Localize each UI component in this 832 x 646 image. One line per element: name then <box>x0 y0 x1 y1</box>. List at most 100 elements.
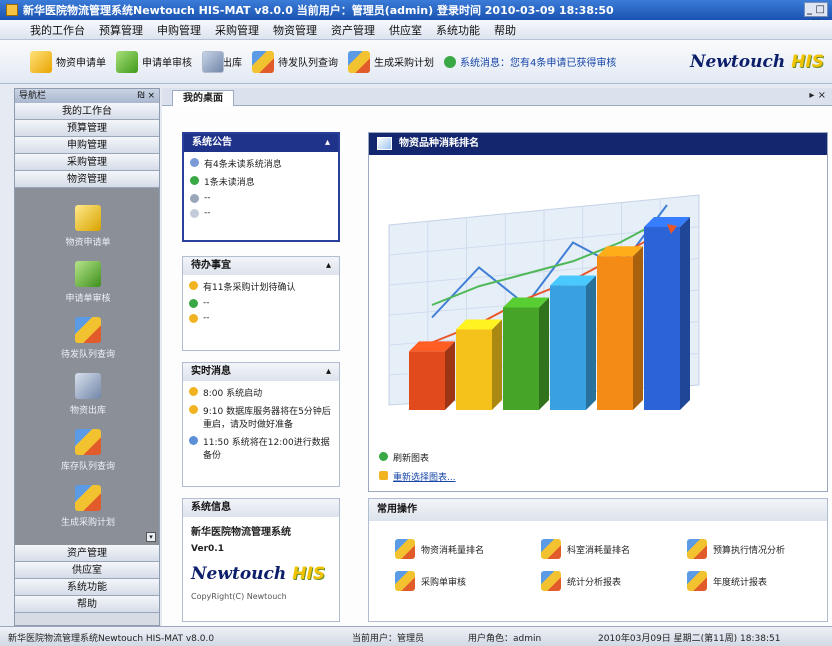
menu-help[interactable]: 帮助 <box>494 22 516 38</box>
op-budget-analysis[interactable]: 预算执行情况分析 <box>687 539 785 559</box>
realtime-title: 实时消息 <box>191 366 231 377</box>
op-label: 统计分析报表 <box>567 577 622 588</box>
nav-header-label: 导航栏 <box>19 91 47 101</box>
nav-group-assets[interactable]: 资产管理 <box>15 545 159 562</box>
menu-purchase[interactable]: 采购管理 <box>215 22 259 38</box>
nav-tile-material-outbound[interactable]: 物资出库 <box>15 366 161 422</box>
realtime-text: 9:10 数据库服务器将在5分钟后重启，请及时做好准备 <box>203 407 331 430</box>
pending-queue-button[interactable]: 待发队列查询 <box>252 50 338 73</box>
tab-my-desktop[interactable]: 我的桌面 <box>172 90 234 106</box>
bar <box>644 226 680 410</box>
menu-supply-room[interactable]: 供应室 <box>389 22 422 38</box>
nav-group-supply-room[interactable]: 供应室 <box>15 562 159 579</box>
nav-group-budget[interactable]: 预算管理 <box>15 120 159 137</box>
outbound-icon <box>202 50 224 73</box>
status-system: 新华医院物流管理系统Newtouch HIS-MAT v8.0.0 <box>8 634 215 644</box>
nav-tile-label: 申请单审核 <box>65 293 111 304</box>
realtime-item[interactable]: 8:00 系统启动 <box>189 386 333 399</box>
bar-side <box>492 319 502 410</box>
nav-group-system[interactable]: 系统功能 <box>15 579 159 596</box>
nav-group-requisition[interactable]: 申购管理 <box>15 137 159 154</box>
menu-assets[interactable]: 资产管理 <box>331 22 375 38</box>
app-icon <box>395 539 415 559</box>
op-material-consumption-rank[interactable]: 物资消耗量排名 <box>395 539 484 559</box>
printer-icon <box>190 194 199 203</box>
brand-suffix: HIS <box>292 564 326 584</box>
nav-header-controls[interactable]: ₪ × <box>138 89 155 103</box>
material-request-button[interactable]: 物资申请单 <box>30 50 106 73</box>
bar <box>550 285 586 410</box>
op-label: 采购单审核 <box>421 577 467 588</box>
nav-header: 导航栏 ₪ × <box>15 89 159 103</box>
collapse-icon[interactable]: ▴ <box>325 134 330 152</box>
nav-tile-pending-queue[interactable]: 待发队列查询 <box>15 310 161 366</box>
nav-group-help[interactable]: 帮助 <box>15 596 159 613</box>
menu-budget[interactable]: 预算管理 <box>99 22 143 38</box>
collapse-icon[interactable]: ▴ <box>326 363 331 381</box>
op-label: 科室消耗量排名 <box>567 545 631 556</box>
nav-tile-stock-queue[interactable]: 库存队列查询 <box>15 422 161 478</box>
status-datetime: 2010年03月09日 星期二(第11周) 18:38:51 <box>598 634 781 644</box>
material-outbound-button[interactable]: 物资出库 <box>202 50 242 73</box>
realtime-item[interactable]: 11:50 系统将在12:00进行数据备份 <box>189 435 333 461</box>
announcement-header: 系统公告 ▴ <box>184 134 338 152</box>
announcement-text: 有4条未读系统消息 <box>204 160 282 170</box>
realtime-item[interactable]: 9:10 数据库服务器将在5分钟后重启，请及时做好准备 <box>189 404 333 430</box>
folder-icon <box>189 281 198 290</box>
announcement-item[interactable]: 有4条未读系统消息 <box>190 157 332 170</box>
title-bar: 新华医院物流管理系统Newtouch HIS-MAT v8.0.0 当前用户：管… <box>0 0 832 28</box>
scroll-down-icon[interactable]: ▾ <box>146 532 156 542</box>
request-review-button[interactable]: 申请单审核 <box>116 50 192 73</box>
nav-group-materials[interactable]: 物资管理 <box>15 171 159 188</box>
tab-bar: 我的桌面 ▸ × <box>162 88 832 106</box>
info-icon <box>189 299 198 308</box>
op-purchase-review[interactable]: 采购单审核 <box>395 571 466 591</box>
refresh-chart-link[interactable]: 刷新图表 <box>379 451 817 464</box>
common-ops-header: 常用操作 <box>369 499 827 521</box>
todo-item[interactable]: 有11条采购计划待确认 <box>189 280 333 293</box>
announcement-title: 系统公告 <box>192 137 232 148</box>
nav-group-workbench[interactable]: 我的工作台 <box>15 103 159 120</box>
todo-header: 待办事宜 ▴ <box>183 257 339 275</box>
bar-side <box>586 275 596 410</box>
chart-title: 物资品种消耗排名 <box>399 138 479 149</box>
op-annual-report[interactable]: 年度统计报表 <box>687 571 767 591</box>
nav-tile-label: 物资出库 <box>69 405 106 416</box>
nav-body: 物资申请单 申请单审核 待发队列查询 物资出库 库存队列查询 生成采购计划 ▾ <box>15 188 159 545</box>
nav-tile-request-review[interactable]: 申请单审核 <box>15 254 161 310</box>
nav-tile-generate-plan[interactable]: 生成采购计划 <box>15 478 161 534</box>
window-controls[interactable]: _ □ × <box>804 2 828 28</box>
clock-icon <box>190 209 199 218</box>
bar-side <box>680 216 690 410</box>
app-icon <box>348 50 370 73</box>
nav-group-purchase[interactable]: 采购管理 <box>15 154 159 171</box>
op-statistics-report[interactable]: 统计分析报表 <box>541 571 621 591</box>
menu-system[interactable]: 系统功能 <box>436 22 480 38</box>
chart-header: 物资品种消耗排名 <box>369 133 827 155</box>
todo-text: -- <box>203 313 210 323</box>
tab-controls[interactable]: ▸ × <box>809 90 826 101</box>
bar-side <box>445 341 455 410</box>
bar <box>503 307 539 410</box>
app-icon <box>6 4 18 16</box>
announcement-item[interactable]: 1条未读消息 <box>190 175 332 188</box>
sysinfo-panel: 系统信息 新华医院物流管理系统 Ver0.1 Newtouch HIS Copy… <box>182 498 340 622</box>
todo-item: -- <box>189 313 333 323</box>
nav-tile-material-request[interactable]: 物资申请单 <box>15 198 161 254</box>
system-name: 新华医院物流管理系统 <box>191 527 291 538</box>
menu-requisition[interactable]: 申购管理 <box>157 22 201 38</box>
document-icon <box>189 436 198 445</box>
collapse-icon[interactable]: ▴ <box>326 257 331 275</box>
menu-materials[interactable]: 物资管理 <box>273 22 317 38</box>
bar-side <box>633 246 643 410</box>
menu-workbench[interactable]: 我的工作台 <box>30 22 85 38</box>
menu-bar: 我的工作台 预算管理 申购管理 采购管理 物资管理 资产管理 供应室 系统功能 … <box>0 20 832 40</box>
brand-name: Newtouch <box>689 52 786 72</box>
system-message-link[interactable]: 系统消息：您有4条申请已获得审核 <box>444 54 616 69</box>
brand-suffix: HIS <box>791 52 824 72</box>
folder-icon <box>189 314 198 323</box>
op-dept-consumption-rank[interactable]: 科室消耗量排名 <box>541 539 630 559</box>
reselect-chart-link[interactable]: 重新选择图表... <box>379 470 817 483</box>
generate-plan-button[interactable]: 生成采购计划 <box>348 50 434 73</box>
sysinfo-brand-logo: Newtouch HIS <box>183 554 339 588</box>
